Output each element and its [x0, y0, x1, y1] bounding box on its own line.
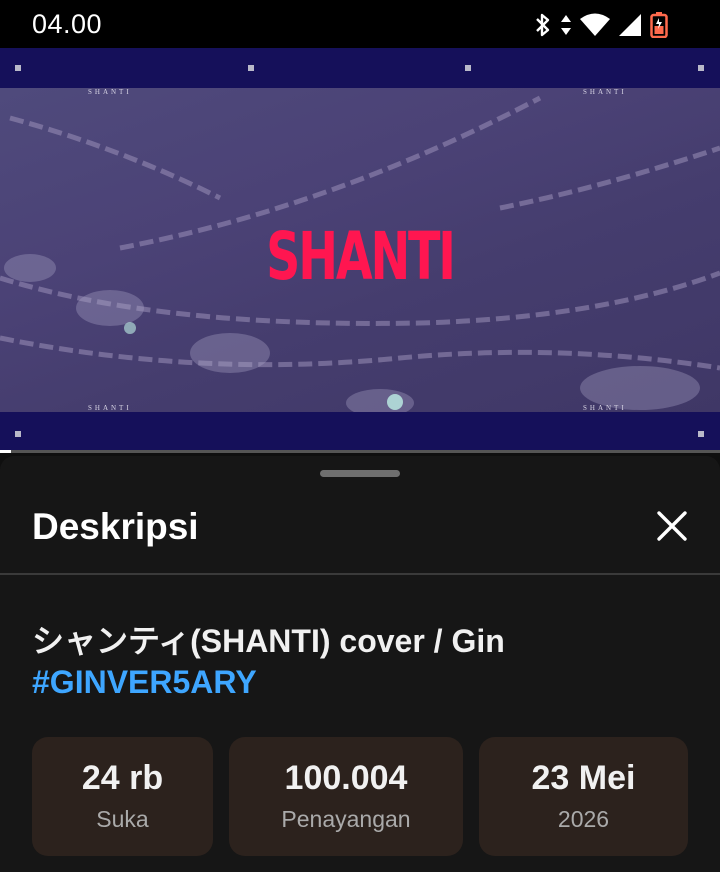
- stat-label: Suka: [96, 806, 149, 832]
- close-button[interactable]: [648, 502, 696, 550]
- drag-handle[interactable]: [320, 470, 400, 477]
- sheet-title: Deskripsi: [32, 506, 199, 547]
- stat-views: 100.004 Penayangan: [229, 737, 463, 856]
- stat-date: 23 Mei 2026: [479, 737, 688, 856]
- data-arrows-icon: [561, 15, 571, 35]
- video-title: シャンティ(SHANTI) cover / Gin: [32, 623, 505, 659]
- status-time: 04.00: [32, 9, 103, 39]
- status-bar: 04.00: [0, 0, 720, 48]
- decor-dot: [698, 431, 704, 437]
- stat-label: Penayangan: [281, 806, 411, 832]
- decor-dot: [465, 65, 471, 71]
- video-letterbox-bottom: [0, 412, 720, 450]
- decor-dot: [15, 65, 21, 71]
- stat-label: 2026: [557, 806, 610, 832]
- status-icons: [534, 12, 668, 38]
- battery-charging-icon: [650, 12, 668, 38]
- corner-text: SHANTI: [88, 88, 132, 96]
- video-progress-bar[interactable]: [0, 450, 720, 453]
- decor-dot: [248, 65, 254, 71]
- close-icon: [657, 511, 687, 541]
- corner-text: SHANTI: [583, 404, 627, 412]
- decor-dot: [698, 65, 704, 71]
- wifi-icon: [580, 13, 610, 36]
- video-title-overlay: SHANTI: [266, 218, 456, 295]
- divider: [0, 573, 720, 575]
- bluetooth-icon: [536, 13, 550, 37]
- video-progress-played: [0, 450, 11, 453]
- stat-value: 100.004: [284, 759, 408, 797]
- video-frame: SHANTI SHANTI SHANTI SHANTI SHANTI: [0, 88, 720, 412]
- stat-value: 23 Mei: [531, 759, 636, 797]
- corner-text: SHANTI: [88, 404, 132, 412]
- hashtag-link[interactable]: #GINVER5ARY: [32, 664, 257, 701]
- cell-signal-icon: [619, 14, 641, 36]
- corner-text: SHANTI: [583, 88, 627, 96]
- video-player[interactable]: SHANTI SHANTI SHANTI SHANTI SHANTI: [0, 48, 720, 450]
- stat-likes: 24 rb Suka: [32, 737, 213, 856]
- stat-value: 24 rb: [81, 759, 164, 797]
- description-sheet: Deskripsi シャンティ(SHANTI) cover / Gin #GIN…: [0, 456, 720, 872]
- video-letterbox-top: [0, 48, 720, 88]
- decor-dot: [15, 431, 21, 437]
